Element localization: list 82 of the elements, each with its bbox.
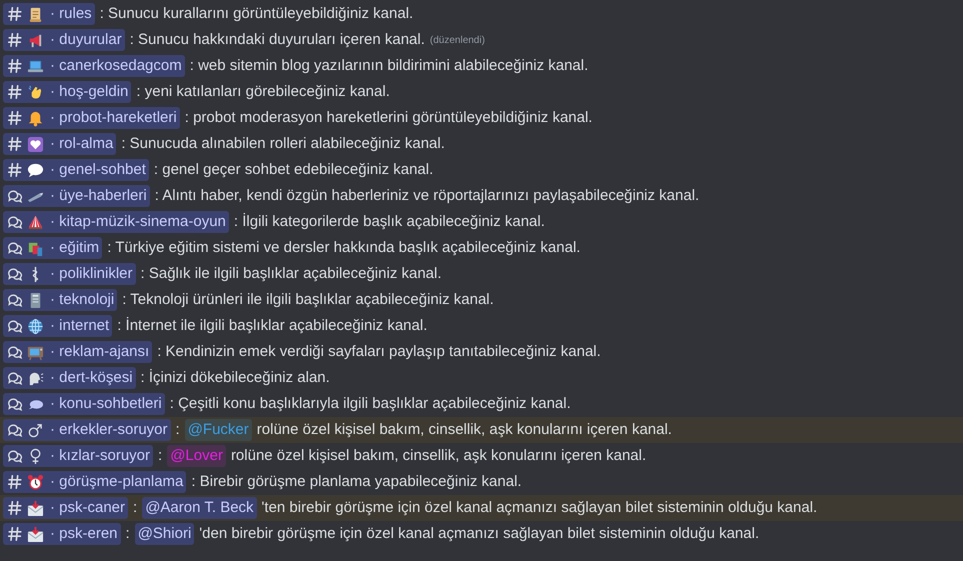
hash-icon (7, 6, 23, 22)
bell-icon (27, 110, 44, 126)
channel-link[interactable]: · kitap-müzik-sinema-oyun (3, 211, 229, 233)
channel-description: rolüne özel kişisel bakım, cinsellik, aşk konularını içeren kanal. (256, 420, 672, 440)
user-mention[interactable]: @Aaron T. Beck (142, 497, 257, 519)
channel-description: : Sağlık ile ilgili başlıklar açabileceğiniz kanal. (140, 264, 442, 284)
hash-icon (7, 32, 23, 48)
envelope-icon (27, 500, 44, 516)
speaking-head-icon (27, 370, 44, 386)
channel-description: : Teknoloji ürünleri ile ilgili başlıklar açabileceğiniz kanal. (122, 290, 494, 310)
channel-link[interactable]: · kızlar-soruyor (3, 445, 154, 467)
channel-link[interactable]: · görüşme-planlama (3, 471, 186, 493)
channel-description: : (133, 498, 138, 518)
channel-link[interactable]: · internet (3, 315, 112, 337)
forum-icon (7, 292, 23, 308)
channel-description: rolüne özel kişisel bakım, cinsellik, aşk konularını içeren kanal. (230, 446, 646, 466)
channel-description: : İçinizi dökebileceğiniz alan. (140, 368, 330, 388)
forum-icon (7, 396, 23, 412)
forum-icon (7, 448, 23, 464)
scroll-icon (27, 6, 44, 22)
channel-link[interactable]: · erkekler-soruyor (3, 419, 171, 441)
channel-link[interactable]: · eğitim (3, 237, 102, 259)
channel-link[interactable]: · konu-sohbetleri (3, 393, 165, 415)
channel-description: : (158, 446, 162, 466)
channel-link[interactable]: · hoş-geldin (3, 81, 132, 103)
hash-icon (7, 84, 23, 100)
hash-icon (7, 500, 23, 516)
forum-icon (7, 266, 23, 282)
channel-description: : probot moderasyon hareketlerini görüntüleyebildiğiniz kanal. (184, 108, 592, 128)
forum-icon (7, 214, 23, 230)
hand-icon (27, 84, 44, 100)
role-mention[interactable]: @Fucker (184, 419, 252, 441)
hash-icon (7, 474, 23, 490)
male-sign-icon (27, 422, 44, 438)
channel-description: : İnternet ile ilgili başlıklar açabileceğiniz kanal. (117, 316, 428, 336)
globe-icon (27, 318, 44, 334)
channel-link[interactable]: · dert-köşesi (3, 367, 136, 389)
channel-link[interactable]: · genel-sohbet (3, 159, 149, 181)
forum-icon (7, 240, 23, 256)
user-mention[interactable]: @Shiori (134, 523, 194, 545)
envelope-icon (27, 526, 44, 542)
forum-icon (7, 422, 23, 438)
channel-link[interactable]: · reklam-ajansı (3, 341, 152, 363)
channel-description: : İlgili kategorilerde başlık açabileceğiniz kanal. (234, 212, 545, 232)
channel-description: : Sunucuda alınabilen rolleri alabileceğiniz kanal. (121, 134, 445, 154)
channel-link[interactable]: · probot-hareketleri (3, 107, 180, 129)
forum-icon (7, 318, 23, 334)
channel-description: : Çeşitli konu başlıklarıyla ilgili başlıklar açabileceğiniz kanal. (170, 394, 571, 414)
hash-icon (7, 136, 23, 152)
forum-icon (7, 188, 23, 204)
channel-description: 'den birebir görüşme için özel kanal açmanızı sağlayan bilet sisteminin olduğu kanal. (199, 524, 760, 544)
tent-icon (27, 214, 44, 230)
channel-description: : Birebir görüşme planlama yapabileceğiniz kanal. (191, 472, 522, 492)
channel-description: : web sitemin blog yazılarının bildirimini alabileceğiniz kanal. (190, 56, 588, 76)
channel-link[interactable]: · psk-caner (3, 497, 128, 519)
edited-label: (düzenlendi) (430, 34, 485, 48)
channel-description: : (176, 420, 180, 440)
hash-icon (7, 58, 23, 74)
channel-description: : genel geçer sohbet edebileceğiniz kanal. (154, 160, 434, 180)
channel-description: : Alıntı haber, kendi özgün haberleriniz ve röportajlarınızı paylaşabileceğiniz kanal. (154, 186, 700, 206)
speech-bubble-icon (27, 162, 44, 178)
channel-description: : Kendinizin emek verdiği sayfaları paylaşıp tanıtabileceğiniz kanal. (157, 342, 601, 362)
channel-description: : Sunucu hakkındaki duyuruları içeren kanal. (130, 30, 425, 50)
channel-link[interactable]: · rol-alma (3, 133, 116, 155)
channel-description: : yeni katılanları görebileceğiniz kanal. (136, 82, 390, 102)
forum-icon (7, 370, 23, 386)
channel-link[interactable]: · canerkosedagcom (3, 55, 185, 77)
channel-link[interactable]: · duyurular (3, 29, 125, 51)
hash-icon (7, 110, 23, 126)
channel-link[interactable]: · psk-eren (3, 523, 121, 545)
alarm-clock-icon (27, 474, 44, 490)
hash-icon (7, 526, 23, 542)
hash-icon (7, 162, 23, 178)
channel-link[interactable]: · üye-haberleri (3, 185, 150, 207)
channel-link[interactable]: · poliklinikler (3, 263, 136, 285)
channel-link[interactable]: · teknoloji (3, 289, 118, 311)
channel-description: : (126, 524, 130, 544)
channel-description: : Türkiye eğitim sistemi ve dersler hakkında başlık açabileceğiniz kanal. (107, 238, 580, 258)
channel-description: 'ten birebir görüşme için özel kanal açmanızı sağlayan bilet sisteminin olduğu kanal. (262, 498, 818, 518)
forum-icon (7, 344, 23, 360)
channel-description: : Sunucu kurallarını görüntüleyebildiğiniz kanal. (100, 4, 414, 24)
channel-link[interactable]: · rules (3, 3, 95, 25)
